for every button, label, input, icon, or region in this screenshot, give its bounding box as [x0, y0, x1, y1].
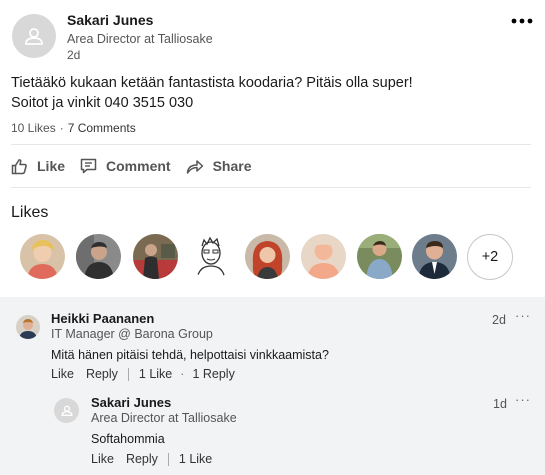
like-button[interactable]: Like [11, 158, 65, 175]
author-avatar[interactable] [12, 14, 56, 58]
comment-button[interactable]: Comment [80, 158, 171, 174]
comment-like-count[interactable]: 1 Like [139, 367, 172, 381]
divider [11, 187, 531, 188]
divider [11, 144, 531, 145]
person-placeholder-icon [25, 28, 43, 45]
commenter-title: Area Director at Talliosake [91, 411, 237, 425]
comment-like-count[interactable]: 1 Like [179, 452, 212, 466]
stats-separator: · [59, 121, 64, 135]
post-text-line: Tietääkö kukaan ketään fantastista kooda… [11, 75, 413, 91]
comment-age: 1d [493, 397, 507, 411]
comment-button-label: Comment [106, 158, 171, 174]
post-actions: Like Comment Share [11, 155, 267, 177]
separator-dot: · [180, 367, 185, 381]
comment-like-button[interactable]: Like [91, 452, 114, 466]
comment-reply-count[interactable]: 1 Reply [192, 367, 234, 381]
likes-count[interactable]: 10 Likes [11, 121, 56, 135]
post-age: 2d [67, 48, 81, 62]
person-placeholder-icon [61, 405, 72, 416]
liker-avatar[interactable] [76, 234, 121, 279]
post-header: Sakari Junes Area Director at Talliosake… [0, 0, 545, 66]
comment-reply-button[interactable]: Reply [126, 452, 158, 466]
divider [127, 367, 129, 381]
liker-avatar[interactable] [20, 234, 65, 279]
divider [167, 452, 169, 466]
commenter-name[interactable]: Heikki Paananen [51, 311, 154, 326]
comment-age: 2d [492, 313, 506, 327]
comment-text: Softahommia [91, 432, 165, 446]
post-text-line: Soitot ja vinkit 040 3515 030 [11, 95, 194, 111]
more-dots-icon[interactable]: ··· [515, 392, 531, 407]
more-dots-icon[interactable]: ··· [515, 308, 531, 323]
liker-avatar[interactable] [301, 234, 346, 279]
post-text: Tietääkö kukaan ketään fantastista kooda… [11, 73, 413, 113]
likes-section-title: Likes [11, 204, 49, 221]
commenter-name[interactable]: Sakari Junes [91, 395, 171, 410]
more-likers-button[interactable]: +2 [467, 234, 513, 280]
comment-like-button[interactable]: Like [51, 367, 74, 381]
liker-avatar[interactable] [412, 234, 457, 279]
more-dots-icon[interactable] [511, 8, 533, 26]
comment-text: Mitä hänen pitäisi tehdä, helpottaisi vi… [51, 348, 329, 362]
liker-avatar[interactable] [189, 234, 234, 279]
liker-avatar[interactable] [133, 234, 178, 279]
comment-bubble-icon [80, 158, 97, 174]
thumbs-up-icon [11, 158, 27, 174]
like-button-label: Like [37, 158, 66, 174]
author-name[interactable]: Sakari Junes [67, 12, 153, 28]
comments-section: Heikki Paananen IT Manager @ Barona Grou… [0, 297, 545, 475]
share-arrow-icon [186, 160, 203, 174]
post-stats: 10 Likes · 7 Comments [11, 121, 136, 135]
liker-avatar[interactable] [357, 234, 402, 279]
comments-count[interactable]: 7 Comments [68, 121, 136, 135]
comment-actions: Like Reply 1 Like [91, 452, 212, 466]
comment-reply-button[interactable]: Reply [86, 367, 118, 381]
share-button[interactable]: Share [186, 158, 252, 174]
liker-avatar[interactable] [245, 234, 290, 279]
commenter-avatar[interactable] [54, 398, 79, 423]
author-title: Area Director at Talliosake [67, 32, 213, 46]
share-button-label: Share [212, 158, 252, 174]
commenter-title: IT Manager @ Barona Group [51, 327, 213, 341]
comment-actions: Like Reply 1 Like · 1 Reply [51, 367, 235, 381]
commenter-avatar[interactable] [16, 315, 40, 339]
